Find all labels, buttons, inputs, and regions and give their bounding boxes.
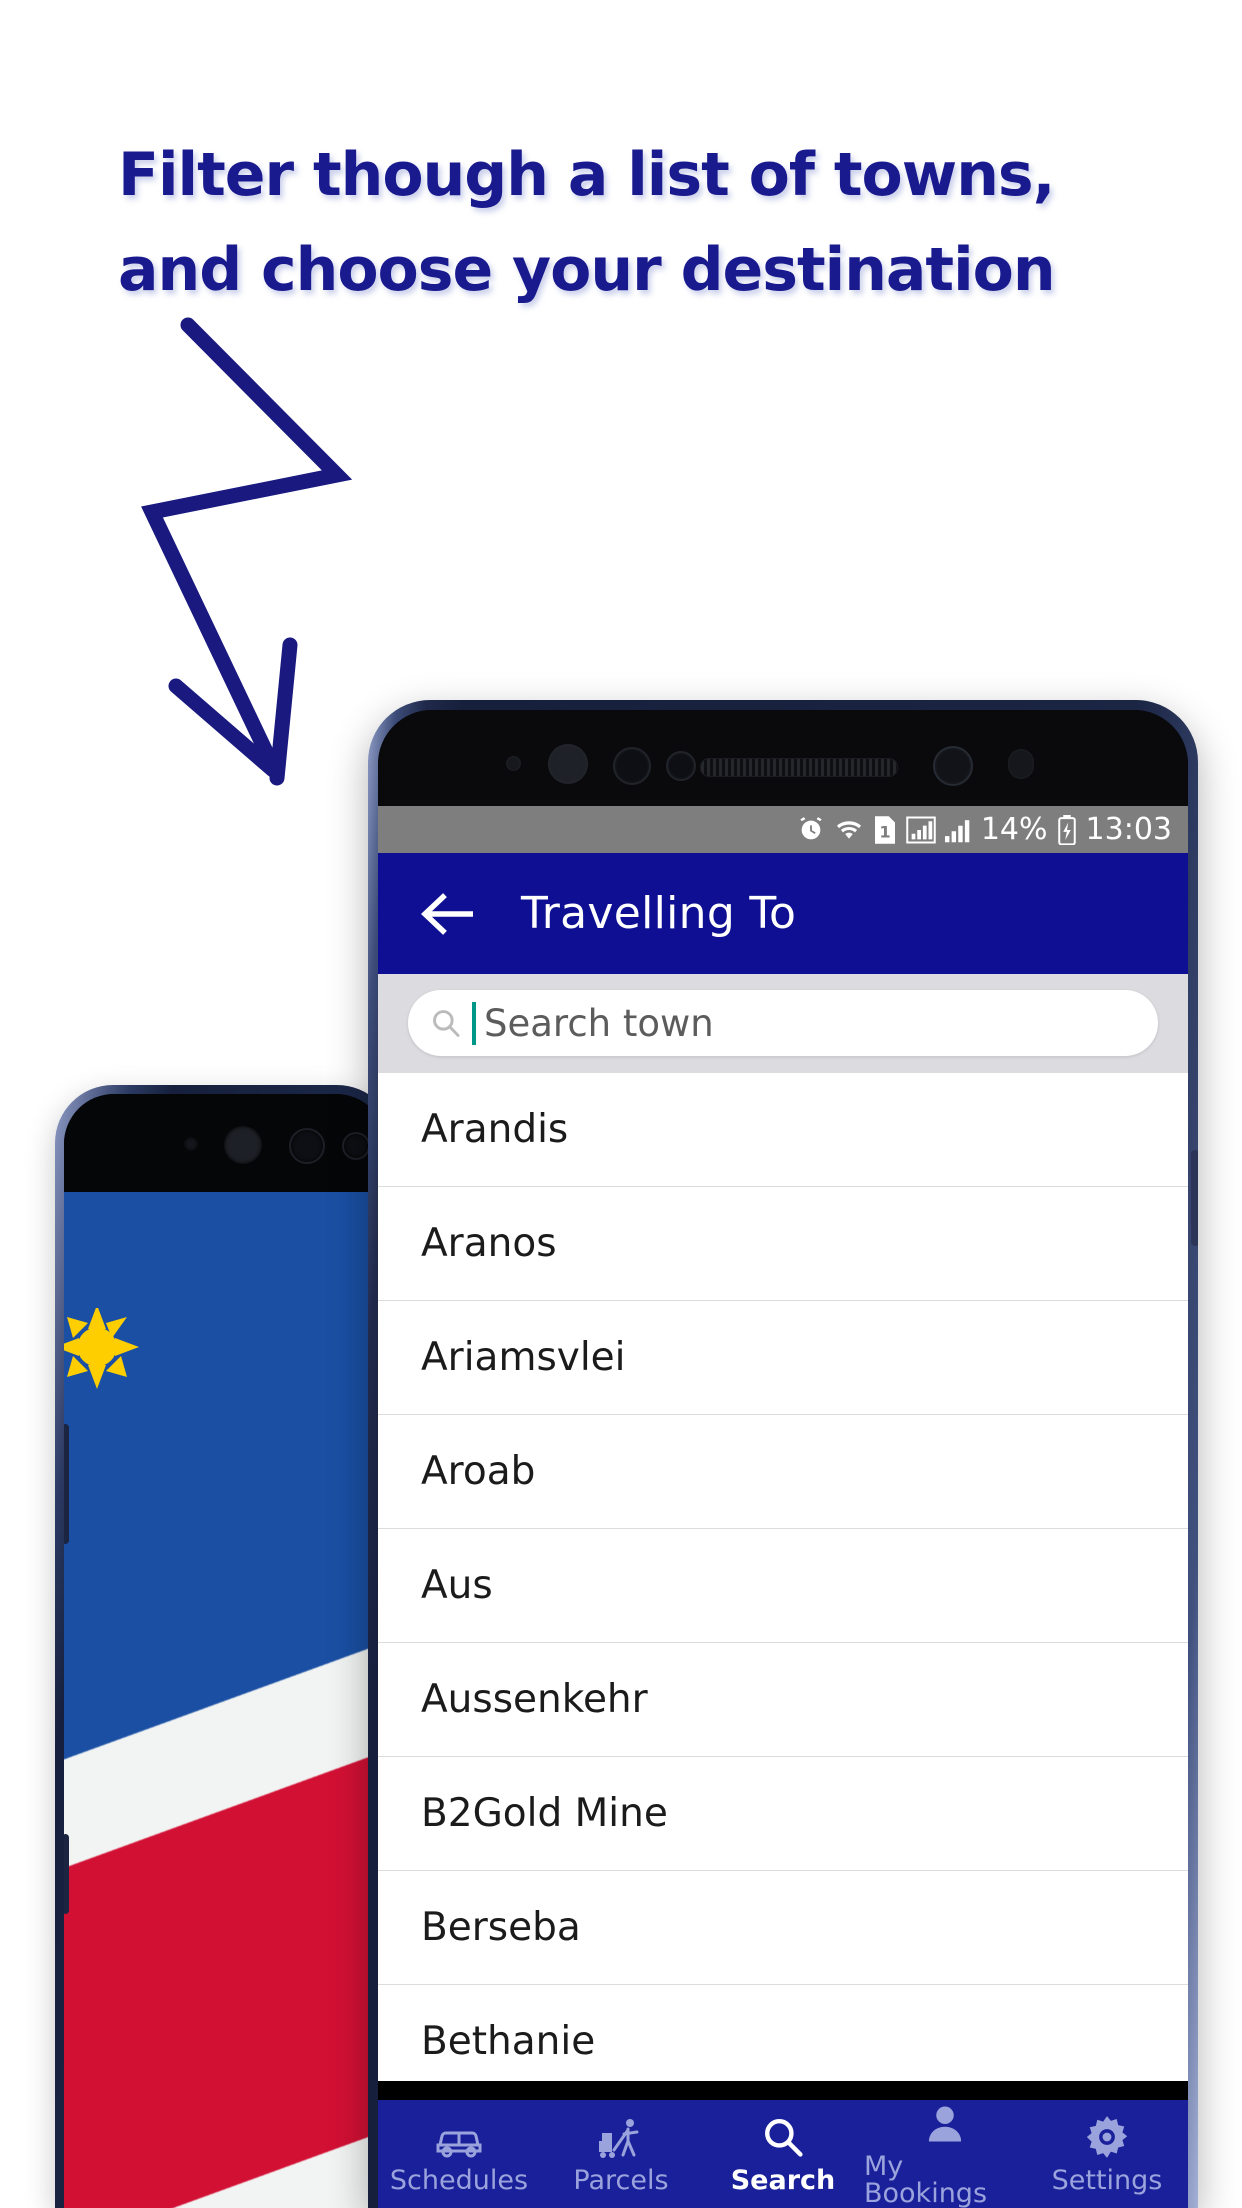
- town-list[interactable]: Arandis Aranos Ariamsvlei Aroab Aus Auss…: [378, 1073, 1188, 2081]
- town-name: B2Gold Mine: [421, 1791, 668, 1836]
- sim-card-icon: 1: [873, 815, 897, 845]
- svg-text:1: 1: [879, 822, 890, 841]
- gear-icon: [1085, 2115, 1129, 2159]
- list-item[interactable]: Aroab: [378, 1415, 1188, 1529]
- status-bar: 1 14% 13:03: [378, 806, 1188, 853]
- sun-icon: [64, 1308, 139, 1389]
- town-name: Bethanie: [421, 2019, 596, 2064]
- parcel-porter-icon: [597, 2115, 645, 2159]
- search-zone: Search town: [378, 974, 1188, 1073]
- light-sensor-icon: [666, 751, 696, 781]
- nav-label: My Bookings: [864, 2151, 988, 2208]
- page-title: Travelling To: [521, 888, 797, 939]
- nav-item-my-bookings[interactable]: My Bookings: [864, 2101, 1026, 2207]
- volume-button[interactable]: [64, 1424, 69, 1544]
- light-sensor-icon: [342, 1132, 370, 1160]
- power-button[interactable]: [1191, 1150, 1198, 1246]
- background-phone: [55, 1085, 395, 2208]
- nav-item-settings[interactable]: Settings: [1026, 2115, 1188, 2194]
- nav-label: Schedules: [389, 2164, 529, 2196]
- led-indicator-icon: [1008, 749, 1034, 779]
- list-item[interactable]: Berseba: [378, 1871, 1188, 1985]
- signal-bars-icon: [944, 816, 972, 844]
- town-name: Arandis: [421, 1107, 569, 1152]
- iris-sensor-icon: [613, 747, 651, 785]
- bottom-navigation: Schedules Parcels Search My Bookings Set…: [378, 2100, 1188, 2208]
- list-item[interactable]: Aus: [378, 1529, 1188, 1643]
- signal-bars-icon: [906, 815, 936, 845]
- search-placeholder: Search town: [484, 1001, 714, 1045]
- nav-label: Parcels: [573, 2164, 669, 2196]
- list-item[interactable]: Aranos: [378, 1187, 1188, 1301]
- proximity-sensor-icon: [184, 1137, 198, 1151]
- nav-item-parcels[interactable]: Parcels: [540, 2115, 702, 2194]
- app-bar: Travelling To: [378, 853, 1188, 974]
- town-name: Ariamsvlei: [421, 1335, 626, 1380]
- nav-label: Settings: [1051, 2164, 1163, 2196]
- town-name: Aussenkehr: [421, 1677, 648, 1722]
- list-item[interactable]: Bethanie: [378, 1985, 1188, 2081]
- list-item[interactable]: Aussenkehr: [378, 1643, 1188, 1757]
- background-phone-screen: [64, 1190, 386, 2208]
- phone-top-bezel: [378, 710, 1188, 806]
- iris-sensor-icon: [289, 1128, 325, 1164]
- secondary-camera-icon: [933, 746, 973, 786]
- foreground-phone: 1 14% 13:03 Travelling To Search town Ar…: [368, 700, 1198, 2208]
- battery-percent-label: 14%: [980, 811, 1048, 847]
- search-icon: [433, 1010, 460, 1037]
- person-icon: [924, 2101, 966, 2145]
- background-phone-bezel: [64, 1094, 386, 1192]
- nav-item-search[interactable]: Search: [702, 2115, 864, 2194]
- car-icon: [434, 2115, 484, 2159]
- text-caret: [472, 1001, 476, 1045]
- clock-label: 13:03: [1085, 811, 1172, 847]
- front-camera-icon: [224, 1126, 262, 1164]
- list-item[interactable]: Ariamsvlei: [378, 1301, 1188, 1415]
- list-item[interactable]: B2Gold Mine: [378, 1757, 1188, 1871]
- town-name: Aranos: [421, 1221, 557, 1266]
- nav-item-schedules[interactable]: Schedules: [378, 2115, 540, 2194]
- back-arrow-icon[interactable]: [421, 892, 473, 935]
- front-camera-icon: [548, 744, 588, 784]
- earpiece-speaker-icon: [700, 758, 898, 777]
- list-item[interactable]: Arandis: [378, 1073, 1188, 1187]
- search-input[interactable]: Search town: [408, 990, 1158, 1056]
- headline-line-2: and choose your destination: [118, 235, 1056, 305]
- search-icon: [761, 2115, 805, 2159]
- promo-headline: Filter though a list of towns, and choos…: [118, 128, 1118, 318]
- town-name: Aroab: [421, 1449, 536, 1494]
- battery-charging-icon: [1057, 814, 1077, 845]
- town-name: Berseba: [421, 1905, 581, 1950]
- wifi-icon: [834, 816, 864, 844]
- alarm-icon: [797, 816, 825, 844]
- nav-label: Search: [730, 2164, 836, 2196]
- town-name: Aus: [421, 1563, 493, 1608]
- headline-line-1: Filter though a list of towns,: [118, 140, 1055, 210]
- proximity-sensor-icon: [506, 756, 521, 771]
- power-button[interactable]: [64, 1834, 69, 1914]
